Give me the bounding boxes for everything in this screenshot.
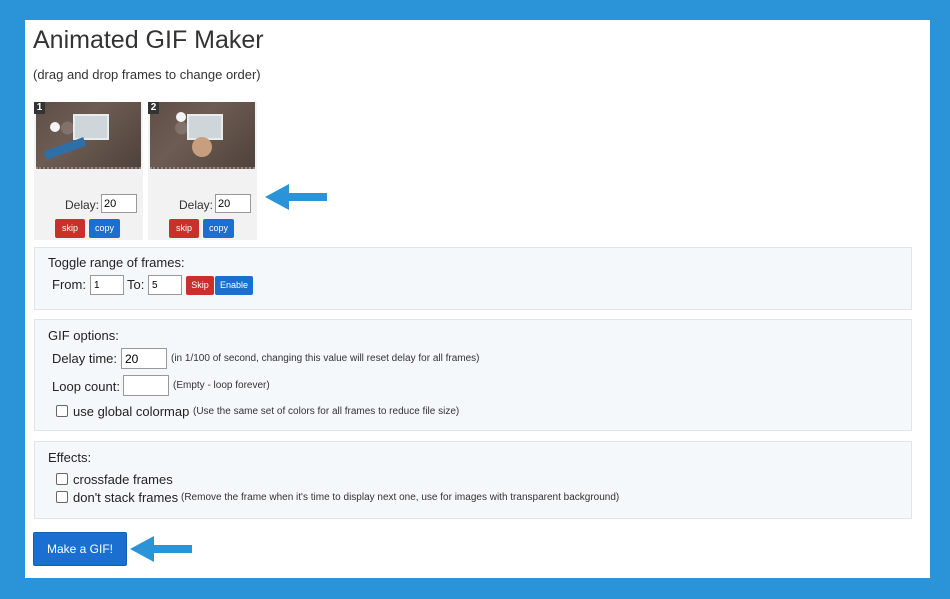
loop-count-label: Loop count: — [52, 379, 120, 394]
gif-options-panel: GIF options: Delay time: (in 1/100 of se… — [34, 319, 912, 431]
effects-title: Effects: — [48, 450, 92, 465]
frame-copy-button[interactable]: copy — [203, 219, 234, 238]
gif-maker-page: Animated GIF Maker (drag and drop frames… — [25, 20, 930, 578]
dont-stack-note: (Remove the frame when it's time to disp… — [181, 492, 620, 503]
frame-number: 1 — [34, 102, 45, 114]
gif-options-title: GIF options: — [48, 328, 119, 343]
from-input[interactable] — [90, 275, 124, 295]
loop-count-input[interactable] — [123, 375, 169, 396]
delay-time-note: (in 1/100 of second, changing this value… — [171, 353, 480, 364]
frame-delay-input[interactable] — [215, 194, 251, 213]
frame-delay-label: Delay: — [179, 198, 214, 212]
range-skip-button[interactable]: Skip — [186, 276, 214, 295]
arrow-left-icon — [265, 184, 327, 210]
toggle-range-panel: Toggle range of frames: From: To: Skip E… — [34, 247, 912, 310]
frame-card-1[interactable]: 1 Delay: skip copy — [34, 102, 143, 240]
dont-stack-checkbox[interactable] — [56, 491, 68, 503]
delay-time-input[interactable] — [121, 348, 167, 369]
make-gif-button[interactable]: Make a GIF! — [33, 532, 127, 566]
crossfade-label: crossfade frames — [73, 472, 173, 487]
dont-stack-label: don't stack frames — [73, 490, 179, 505]
frame-number: 2 — [148, 102, 159, 114]
arrow-left-icon — [130, 536, 192, 562]
frame-skip-button[interactable]: skip — [169, 219, 199, 238]
global-colormap-checkbox[interactable] — [56, 405, 68, 417]
effects-panel: Effects: crossfade frames don't stack fr… — [34, 441, 912, 519]
frame-delay-label: Delay: — [65, 198, 100, 212]
frame-skip-button[interactable]: skip — [55, 219, 85, 238]
loop-count-note: (Empty - loop forever) — [173, 380, 270, 391]
global-colormap-label: use global colormap — [73, 404, 190, 419]
to-label: To: — [127, 277, 145, 292]
frame-card-2[interactable]: 2 Delay: skip copy — [148, 102, 257, 240]
frame-copy-button[interactable]: copy — [89, 219, 120, 238]
crossfade-checkbox[interactable] — [56, 473, 68, 485]
global-colormap-note: (Use the same set of colors for all fram… — [193, 406, 460, 417]
frame-delay-input[interactable] — [101, 194, 137, 213]
delay-time-label: Delay time: — [52, 351, 118, 366]
frame-thumbnail-1[interactable] — [36, 102, 141, 169]
toggle-range-title: Toggle range of frames: — [48, 255, 185, 270]
range-enable-button[interactable]: Enable — [215, 276, 253, 295]
frame-thumbnail-2[interactable] — [150, 102, 255, 169]
page-title: Animated GIF Maker — [33, 26, 264, 54]
from-label: From: — [52, 277, 86, 292]
to-input[interactable] — [148, 275, 182, 295]
page-subtitle: (drag and drop frames to change order) — [33, 67, 261, 82]
